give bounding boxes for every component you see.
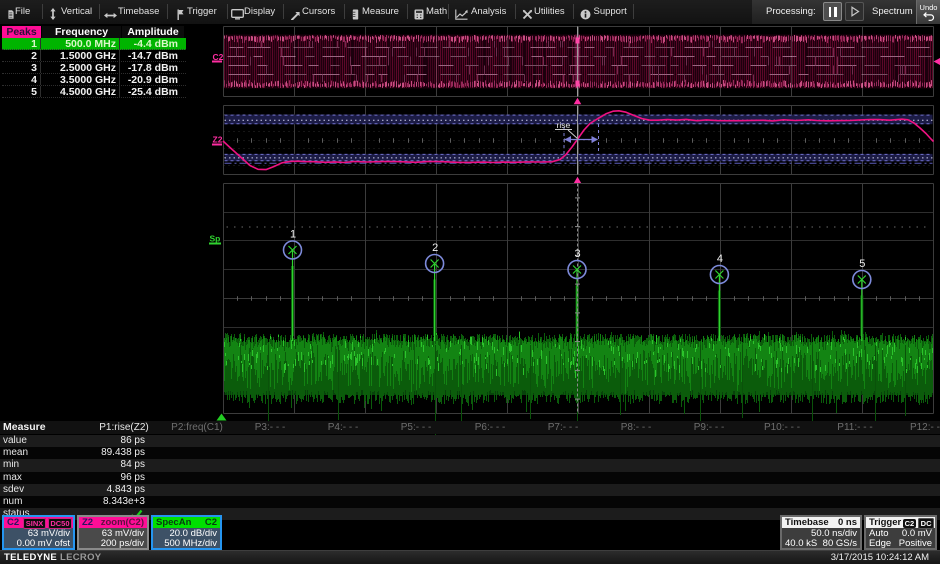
svg-text:4: 4 (717, 253, 723, 265)
svg-text:5: 5 (859, 258, 865, 270)
svg-text:2: 2 (432, 242, 438, 254)
svg-text:rise: rise (557, 120, 571, 130)
svg-text:Sp: Sp (210, 234, 221, 244)
svg-text:1: 1 (290, 229, 296, 241)
svg-text:Z2: Z2 (213, 135, 223, 145)
svg-text:3: 3 (575, 248, 581, 260)
